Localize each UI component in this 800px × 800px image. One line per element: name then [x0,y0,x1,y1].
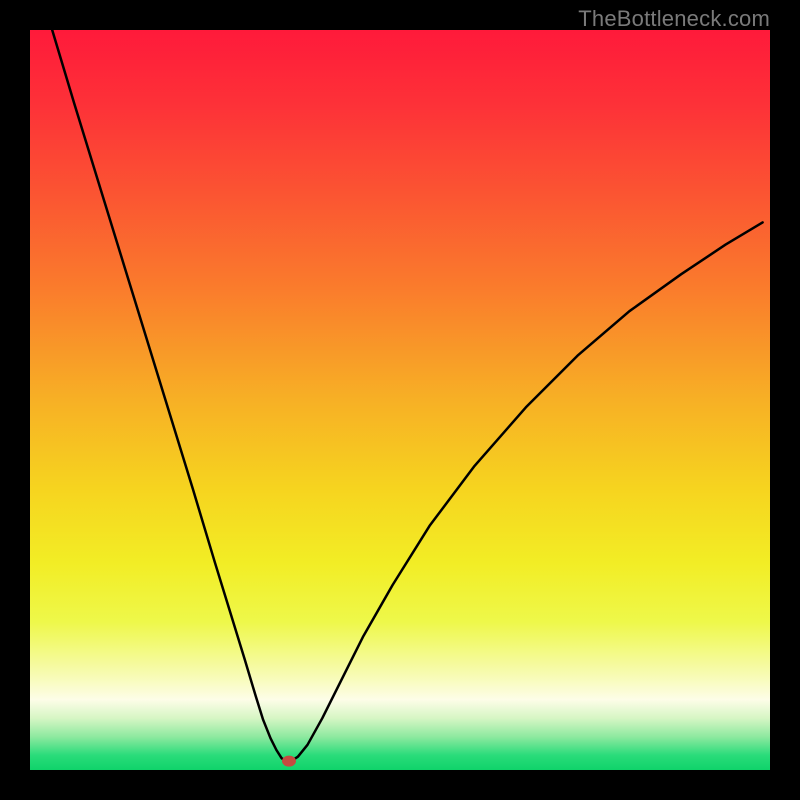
chart-frame [30,30,770,770]
watermark-text: TheBottleneck.com [578,6,770,32]
chart-background [30,30,770,770]
bottleneck-chart [30,30,770,770]
optimum-marker [282,756,296,767]
